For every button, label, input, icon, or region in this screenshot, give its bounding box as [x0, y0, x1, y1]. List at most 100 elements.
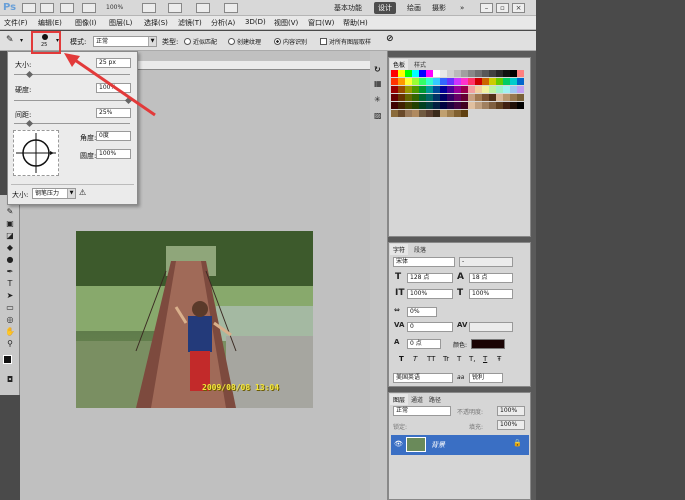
blur-icon[interactable]: ◆: [4, 243, 16, 253]
font-size-input[interactable]: 128 点: [407, 273, 453, 283]
color-swatch[interactable]: [454, 102, 461, 109]
sample-all-checkbox[interactable]: [320, 38, 327, 45]
color-swatch[interactable]: [482, 78, 489, 85]
color-swatch[interactable]: [517, 102, 524, 109]
path-select-icon[interactable]: ➤: [4, 291, 16, 301]
rotate-view-icon[interactable]: [168, 3, 182, 13]
arrange-documents-icon[interactable]: [196, 3, 210, 13]
tab-character[interactable]: 字符: [390, 244, 409, 255]
color-swatch[interactable]: [447, 110, 454, 117]
zoom-level[interactable]: 100%: [106, 3, 136, 13]
color-swatch[interactable]: [398, 94, 405, 101]
color-swatch[interactable]: [398, 78, 405, 85]
menu-3d[interactable]: 3D(D): [245, 18, 266, 26]
color-swatch[interactable]: [440, 102, 447, 109]
clone-stamp-icon[interactable]: ▣: [4, 219, 16, 229]
tracking-pct-input[interactable]: 0%: [407, 307, 437, 317]
minibridge-icon[interactable]: [40, 3, 54, 13]
color-swatch[interactable]: [468, 102, 475, 109]
color-swatch[interactable]: [405, 78, 412, 85]
color-swatch[interactable]: [405, 102, 412, 109]
navigator-icon[interactable]: ▦: [374, 79, 382, 88]
strikethrough-icon[interactable]: Ŧ: [497, 355, 501, 363]
color-swatch[interactable]: [447, 102, 454, 109]
color-swatch[interactable]: [482, 86, 489, 93]
color-swatch[interactable]: [419, 78, 426, 85]
color-swatch[interactable]: [426, 86, 433, 93]
size-slider-knob[interactable]: [26, 70, 34, 79]
color-swatch[interactable]: [419, 70, 426, 77]
color-swatch[interactable]: [419, 110, 426, 117]
spacing-slider-knob[interactable]: [26, 119, 34, 128]
color-swatch[interactable]: [482, 70, 489, 77]
history-icon[interactable]: ↻: [374, 65, 381, 74]
color-swatch[interactable]: [391, 78, 398, 85]
color-swatch[interactable]: [503, 70, 510, 77]
color-swatch[interactable]: [433, 102, 440, 109]
color-swatch[interactable]: [447, 78, 454, 85]
faux-bold-icon[interactable]: T: [399, 355, 404, 363]
color-swatch[interactable]: [482, 102, 489, 109]
opacity-input[interactable]: 100%: [497, 406, 525, 416]
bridge-icon[interactable]: [22, 3, 36, 13]
mode-select[interactable]: 正常 ▼: [93, 36, 157, 47]
color-swatch[interactable]: [440, 70, 447, 77]
color-swatch[interactable]: [412, 70, 419, 77]
color-swatch[interactable]: [475, 86, 482, 93]
color-swatch[interactable]: [489, 70, 496, 77]
color-swatch[interactable]: [461, 78, 468, 85]
menu-image[interactable]: 图像(I): [75, 18, 97, 28]
color-swatch[interactable]: [433, 70, 440, 77]
pressure-size-icon[interactable]: ⊘: [386, 34, 394, 44]
color-swatch[interactable]: [475, 70, 482, 77]
color-swatch[interactable]: [517, 94, 524, 101]
color-swatch[interactable]: [391, 70, 398, 77]
color-swatch[interactable]: [461, 86, 468, 93]
language-select[interactable]: 美国英语: [393, 373, 453, 383]
type-content-aware-radio[interactable]: [274, 38, 281, 45]
spot-healing-brush-icon[interactable]: ✎: [6, 35, 14, 45]
color-swatch[interactable]: [517, 86, 524, 93]
color-swatch[interactable]: [398, 110, 405, 117]
color-swatch[interactable]: [510, 70, 517, 77]
color-swatch[interactable]: [426, 78, 433, 85]
close-icon[interactable]: ×: [512, 3, 525, 13]
brush-tool-icon[interactable]: ✎: [4, 207, 16, 217]
color-swatch[interactable]: [447, 94, 454, 101]
color-swatch[interactable]: [412, 102, 419, 109]
color-swatch[interactable]: [489, 94, 496, 101]
kerning-input[interactable]: 0: [407, 322, 453, 332]
color-swatch[interactable]: [391, 94, 398, 101]
color-swatch[interactable]: [517, 70, 524, 77]
tab-paths[interactable]: 路径: [426, 394, 444, 405]
type-proximity-radio[interactable]: [184, 38, 191, 45]
visibility-eye-icon[interactable]: 👁: [394, 440, 403, 448]
color-swatch[interactable]: [412, 86, 419, 93]
color-swatch[interactable]: [461, 110, 468, 117]
color-swatch[interactable]: [510, 86, 517, 93]
color-swatch[interactable]: [475, 78, 482, 85]
workspace-essentials[interactable]: 基本功能: [330, 2, 366, 14]
color-swatch[interactable]: [503, 78, 510, 85]
color-swatch[interactable]: [419, 102, 426, 109]
color-swatch[interactable]: [503, 102, 510, 109]
color-swatch[interactable]: [461, 102, 468, 109]
color-swatch[interactable]: [510, 78, 517, 85]
color-swatch[interactable]: [412, 78, 419, 85]
color-swatch[interactable]: [426, 102, 433, 109]
more-workspaces-icon[interactable]: »: [456, 2, 468, 14]
menu-analysis[interactable]: 分析(A): [211, 18, 235, 28]
view-extras-icon[interactable]: [60, 3, 74, 13]
leading-input[interactable]: 18 点: [469, 273, 513, 283]
color-swatch[interactable]: [503, 86, 510, 93]
tracking-input[interactable]: [469, 322, 513, 332]
menu-layer[interactable]: 图层(L): [109, 18, 132, 28]
menu-edit[interactable]: 编辑(E): [38, 18, 62, 28]
menu-filter[interactable]: 滤镜(T): [178, 18, 202, 28]
zoom-tool-icon[interactable]: ⚲: [4, 339, 16, 349]
tab-paragraph[interactable]: 段落: [411, 244, 429, 255]
color-swatch[interactable]: [391, 110, 398, 117]
color-swatch[interactable]: [433, 78, 440, 85]
font-style-select[interactable]: -: [459, 257, 513, 267]
color-swatch[interactable]: [426, 110, 433, 117]
